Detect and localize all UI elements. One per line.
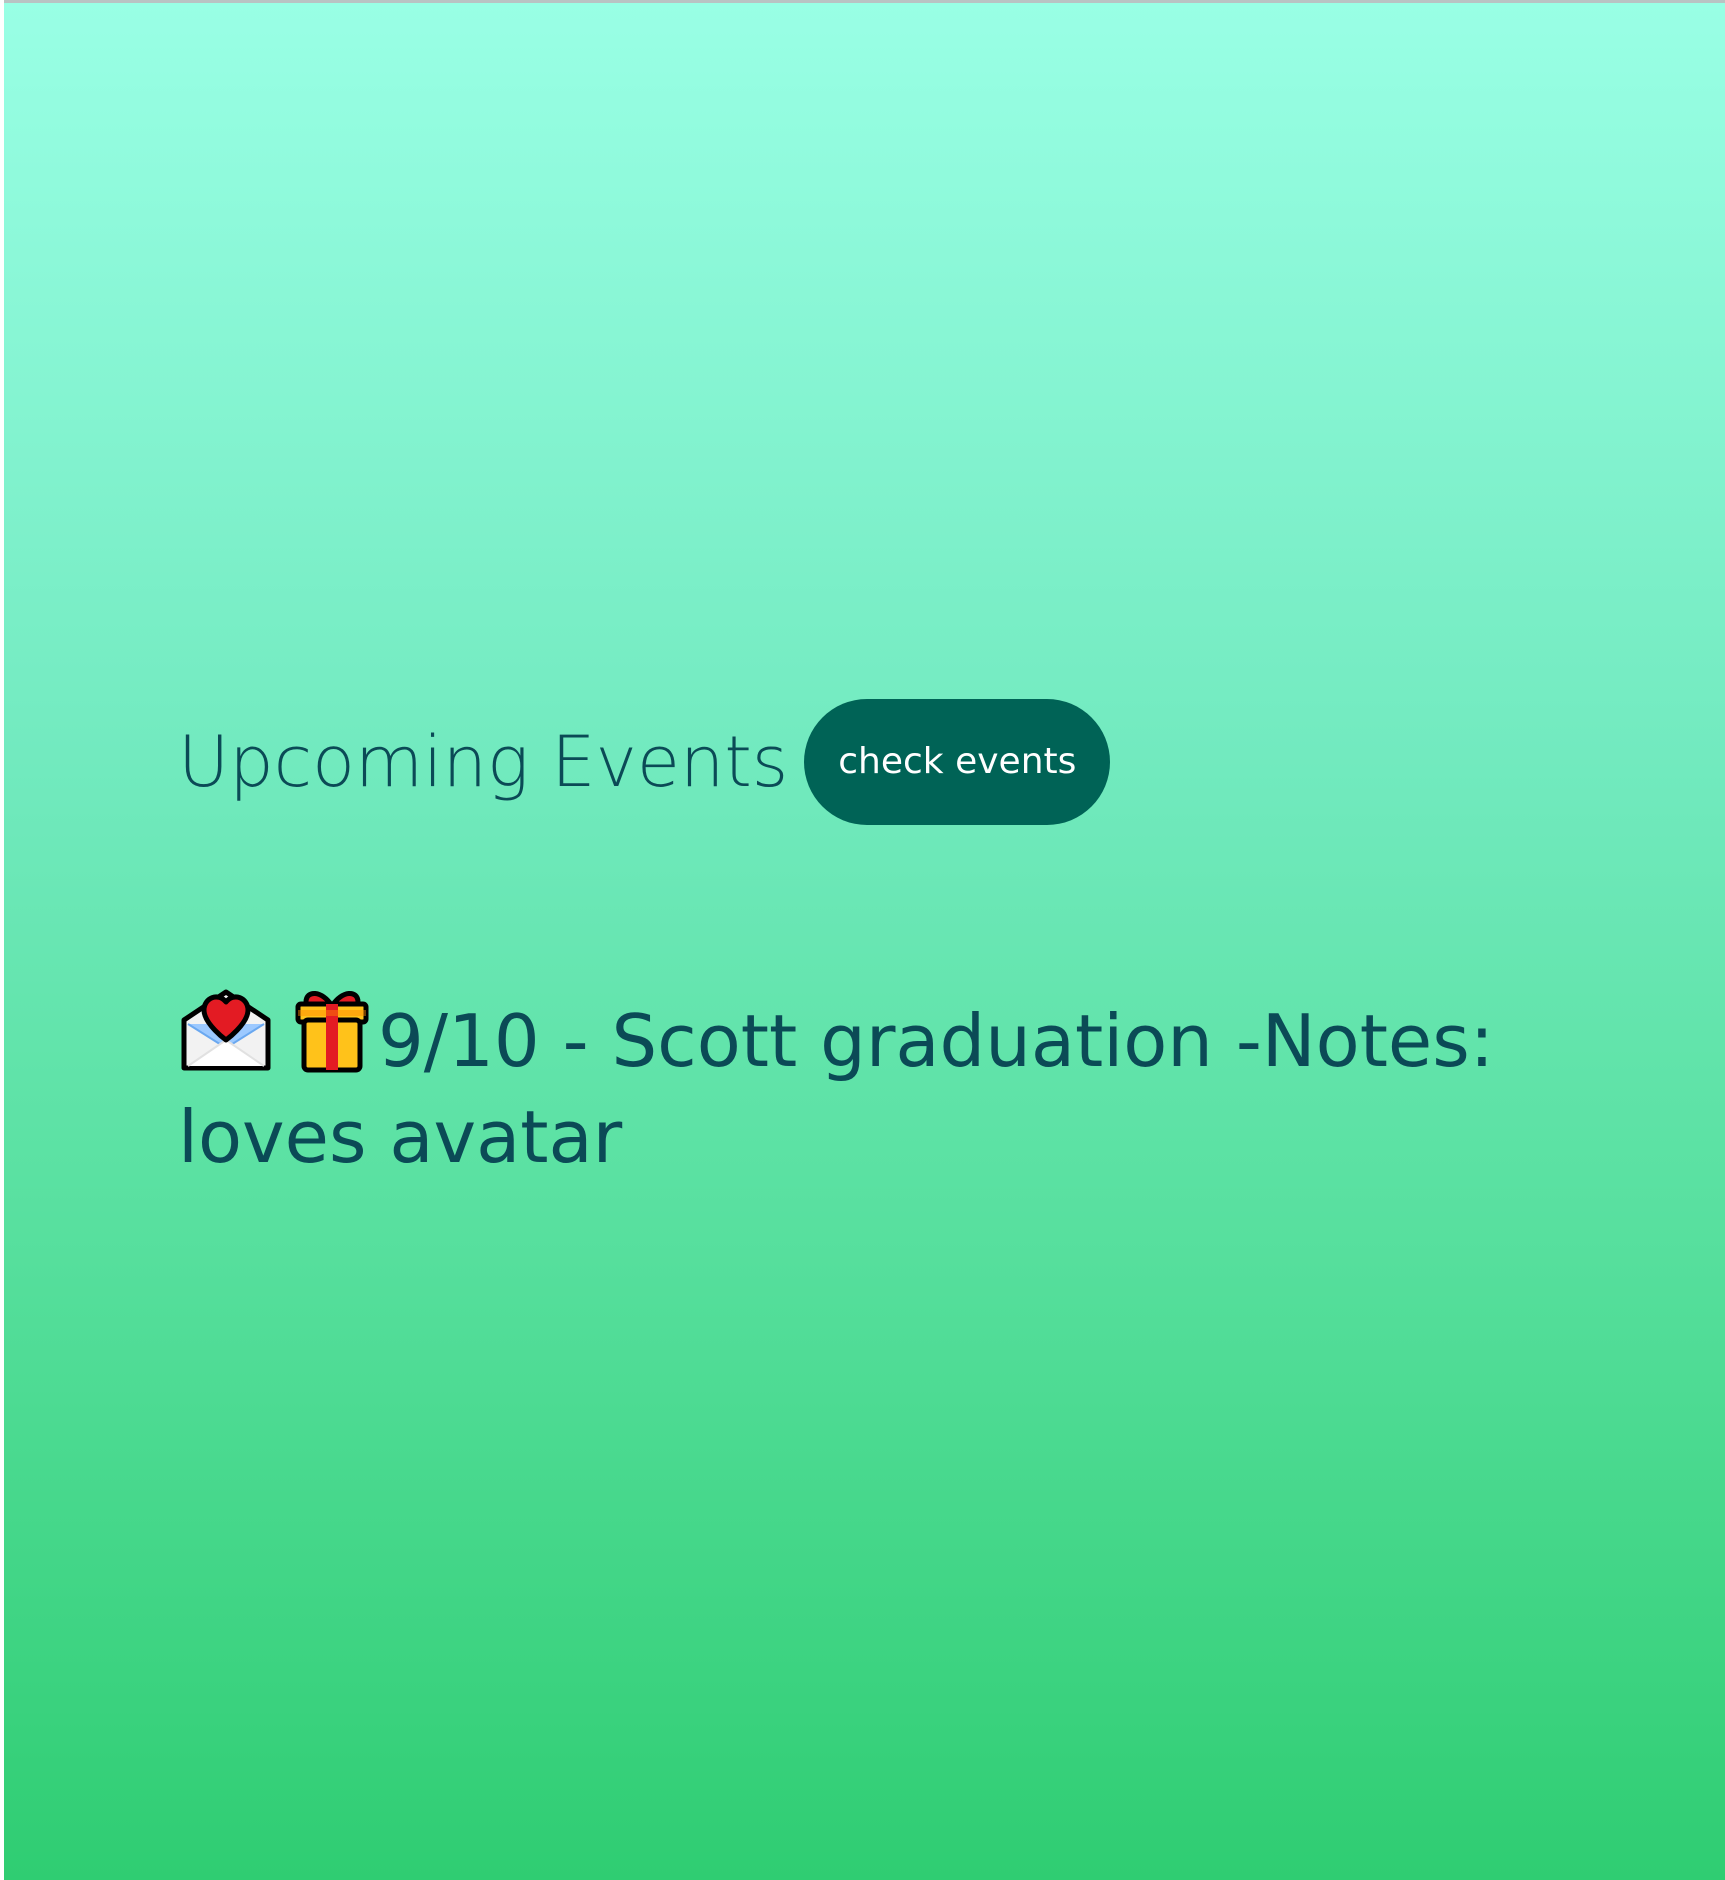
upcoming-events-header: Upcoming Events check events — [178, 698, 1111, 826]
check-events-button[interactable]: check events — [804, 699, 1111, 825]
love-letter-icon — [178, 980, 274, 1076]
event-text: 9/10 - Scott graduation -Notes: loves av… — [178, 999, 1494, 1179]
gift-icon — [292, 980, 372, 1076]
page-background — [4, 3, 1725, 1880]
event-item: 9/10 - Scott graduation -Notes: loves av… — [178, 980, 1498, 1185]
page-title: Upcoming Events — [178, 721, 789, 803]
event-icons — [178, 980, 372, 1076]
